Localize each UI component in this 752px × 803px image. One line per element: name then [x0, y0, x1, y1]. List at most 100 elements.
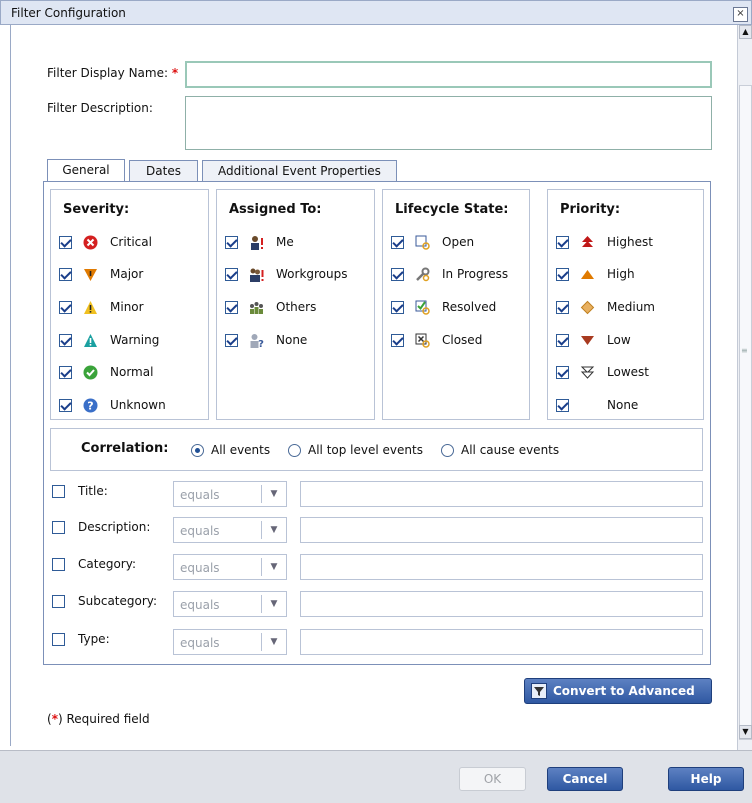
scroll-up-icon[interactable]: ▲ — [739, 25, 752, 39]
severity-group: Severity: Critical Major Minor Warning N… — [50, 189, 209, 420]
radio-top-level-events[interactable]: All top level events — [288, 443, 423, 457]
severity-minor[interactable]: Minor — [59, 298, 144, 316]
checkbox[interactable] — [225, 267, 238, 281]
radio-button[interactable] — [191, 443, 204, 457]
operator-select[interactable]: equals ▼ — [173, 629, 287, 655]
checkbox[interactable] — [556, 235, 569, 249]
checkbox[interactable] — [391, 300, 404, 314]
checkbox[interactable] — [59, 235, 72, 249]
operator-select[interactable]: equals ▼ — [173, 517, 287, 543]
priority-group: Priority: Highest High Medium Low Lowest… — [547, 189, 704, 420]
checkbox[interactable] — [59, 333, 72, 347]
chevron-down-icon[interactable]: ▼ — [261, 633, 286, 651]
scroll-thumb[interactable] — [739, 85, 752, 740]
checkbox[interactable] — [59, 365, 72, 379]
checkbox[interactable] — [556, 300, 569, 314]
criteria-value-input[interactable] — [300, 591, 703, 617]
severity-critical[interactable]: Critical — [59, 233, 152, 251]
tab-dates[interactable]: Dates — [129, 160, 198, 182]
severity-major[interactable]: Major — [59, 265, 143, 283]
option-label: Closed — [442, 333, 483, 347]
radio-button[interactable] — [288, 443, 301, 457]
checkbox[interactable] — [391, 267, 404, 281]
lifecycle-closed[interactable]: Closed — [391, 331, 482, 349]
criteria-value-input[interactable] — [300, 554, 703, 580]
criteria-label: Category: — [78, 557, 136, 571]
checkbox[interactable] — [59, 398, 72, 412]
assigned-workgroups[interactable]: Workgroups — [225, 265, 348, 283]
checkbox[interactable] — [225, 300, 238, 314]
scroll-grip-icon: ≡ — [741, 346, 748, 355]
convert-to-advanced-button[interactable]: Convert to Advanced — [524, 678, 712, 704]
display-name-input[interactable] — [185, 61, 712, 88]
chevron-down-icon[interactable]: ▼ — [261, 485, 286, 503]
ok-button[interactable]: OK — [459, 767, 526, 791]
tab-general[interactable]: General — [47, 159, 125, 183]
unassigned-icon: ? — [248, 332, 264, 348]
checkbox[interactable] — [225, 235, 238, 249]
operator-select[interactable]: equals ▼ — [173, 481, 287, 507]
severity-warning[interactable]: Warning — [59, 331, 159, 349]
cancel-button[interactable]: Cancel — [547, 767, 623, 791]
checkbox[interactable] — [556, 365, 569, 379]
description-input[interactable] — [185, 96, 712, 150]
radio-button[interactable] — [441, 443, 454, 457]
priority-lowest[interactable]: Lowest — [556, 363, 649, 381]
checkbox[interactable] — [556, 333, 569, 347]
chevron-down-icon[interactable]: ▼ — [261, 558, 286, 576]
scroll-down-icon[interactable]: ▼ — [739, 725, 752, 739]
chevron-down-icon[interactable]: ▼ — [261, 521, 286, 539]
priority-medium[interactable]: Medium — [556, 298, 655, 316]
checkbox[interactable] — [59, 300, 72, 314]
priority-high[interactable]: High — [556, 265, 635, 283]
low-icon — [579, 332, 595, 348]
vertical-scrollbar[interactable]: ▲ ≡ ▼ — [737, 25, 752, 750]
operator-select[interactable]: equals ▼ — [173, 554, 287, 580]
option-label: Minor — [110, 300, 144, 314]
option-label: High — [607, 267, 635, 281]
radio-all-events[interactable]: All events — [191, 443, 270, 457]
tab-additional-event-properties[interactable]: Additional Event Properties — [202, 160, 397, 182]
lowest-icon — [579, 364, 595, 380]
criteria-checkbox[interactable] — [52, 595, 65, 608]
severity-normal[interactable]: Normal — [59, 363, 153, 381]
help-button[interactable]: Help — [668, 767, 744, 791]
criteria-value-input[interactable] — [300, 481, 703, 507]
operator-select[interactable]: equals ▼ — [173, 591, 287, 617]
close-icon[interactable]: × — [733, 7, 748, 22]
option-label: Others — [276, 300, 317, 314]
assigned-to-group: Assigned To: Me Workgroups Others ? None — [216, 189, 375, 420]
assigned-me[interactable]: Me — [225, 233, 294, 251]
severity-heading: Severity: — [63, 202, 130, 217]
radio-cause-events[interactable]: All cause events — [441, 443, 559, 457]
chevron-down-icon[interactable]: ▼ — [261, 595, 286, 613]
criteria-label: Subcategory: — [78, 594, 158, 608]
lifecycle-in-progress[interactable]: In Progress — [391, 265, 508, 283]
priority-low[interactable]: Low — [556, 331, 631, 349]
assigned-none[interactable]: ? None — [225, 331, 307, 349]
open-icon — [414, 234, 430, 250]
radio-label: All top level events — [308, 443, 423, 457]
criteria-row-category: Category: equals ▼ — [51, 553, 703, 583]
priority-highest[interactable]: Highest — [556, 233, 653, 251]
checkbox[interactable] — [556, 398, 569, 412]
option-label: Unknown — [110, 398, 166, 412]
lifecycle-resolved[interactable]: Resolved — [391, 298, 496, 316]
criteria-checkbox[interactable] — [52, 558, 65, 571]
others-icon — [248, 299, 264, 315]
criteria-checkbox[interactable] — [52, 485, 65, 498]
checkbox[interactable] — [556, 267, 569, 281]
checkbox[interactable] — [59, 267, 72, 281]
assigned-others[interactable]: Others — [225, 298, 316, 316]
criteria-checkbox[interactable] — [52, 521, 65, 534]
criteria-row-description: Description: equals ▼ — [51, 516, 703, 546]
priority-none[interactable]: None — [556, 396, 638, 414]
checkbox[interactable] — [225, 333, 238, 347]
severity-unknown[interactable]: ? Unknown — [59, 396, 166, 414]
checkbox[interactable] — [391, 333, 404, 347]
criteria-value-input[interactable] — [300, 517, 703, 543]
lifecycle-open[interactable]: Open — [391, 233, 474, 251]
criteria-checkbox[interactable] — [52, 633, 65, 646]
criteria-value-input[interactable] — [300, 629, 703, 655]
checkbox[interactable] — [391, 235, 404, 249]
